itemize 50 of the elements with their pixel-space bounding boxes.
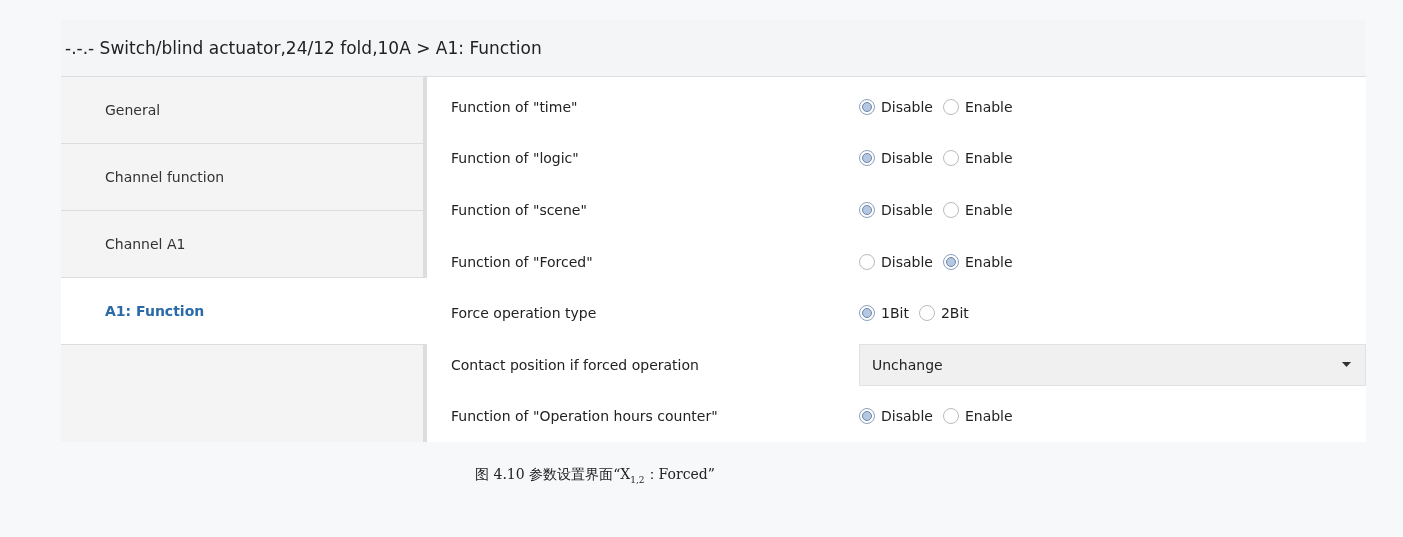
radio-button[interactable] [942,201,959,218]
option-label: Disable [881,253,933,270]
radio-option[interactable]: Disable [859,253,933,270]
radio-button[interactable] [942,253,959,270]
radio-option[interactable]: 1Bit [859,305,909,322]
parameter-label: Force operation type [450,305,598,322]
option-label: Disable [881,408,933,425]
option-label: Enable [964,98,1013,115]
radio-option[interactable]: Enable [942,408,1013,425]
radio-option[interactable]: Enable [942,201,1013,218]
parameter-label: Function of "Forced" [450,253,594,270]
dropdown-field[interactable]: Unchange [859,343,1366,386]
option-label: Enable [964,150,1013,167]
option-label: 1Bit [881,305,909,322]
option-label: Enable [964,201,1013,218]
radio-button[interactable] [859,305,875,322]
radio-option[interactable]: Disable [859,150,933,167]
sidebar-item[interactable]: Channel function [61,144,423,211]
radio-option[interactable]: Disable [859,408,933,425]
radio-button[interactable] [942,408,959,425]
radio-option[interactable]: Enable [942,98,1013,115]
radio-button[interactable] [918,305,935,322]
option-label: Enable [964,408,1013,425]
window-title: -.-.- Switch/blind actuator,24/12 fold,10A > A1: Function [64,38,542,58]
option-label: Disable [881,201,933,218]
sidebar-item[interactable]: General [61,77,423,144]
radio-button[interactable] [942,98,959,115]
option-label: 2Bit [940,305,969,322]
radio-button[interactable] [942,150,959,167]
parameter-label: Contact position if forced operation [450,356,700,373]
parameter-label: Function of "time" [450,98,579,115]
radio-button[interactable] [859,98,875,115]
radio-button[interactable] [859,408,875,425]
radio-option[interactable]: Enable [942,253,1013,270]
radio-button[interactable] [859,201,875,218]
radio-button[interactable] [859,150,875,167]
option-label: Enable [964,253,1013,270]
radio-option[interactable]: 2Bit [918,305,969,322]
dropdown-arrow-icon [1342,362,1351,368]
radio-option[interactable]: Enable [942,150,1013,167]
radio-option[interactable]: Disable [859,201,933,218]
sidebar-item[interactable]: A1: Function [61,278,427,345]
parameter-label: Function of "scene" [450,201,588,218]
option-label: Disable [881,150,933,167]
figure-caption: 图 4.10 参数设置界面“X$_{1,2}$：Forced” [475,466,715,482]
parameter-label: Function of "logic" [450,150,580,167]
option-label: Disable [881,98,933,115]
radio-button[interactable] [859,253,875,270]
parameter-label: Function of "Operation hours counter" [450,408,719,425]
radio-option[interactable]: Disable [859,98,933,115]
